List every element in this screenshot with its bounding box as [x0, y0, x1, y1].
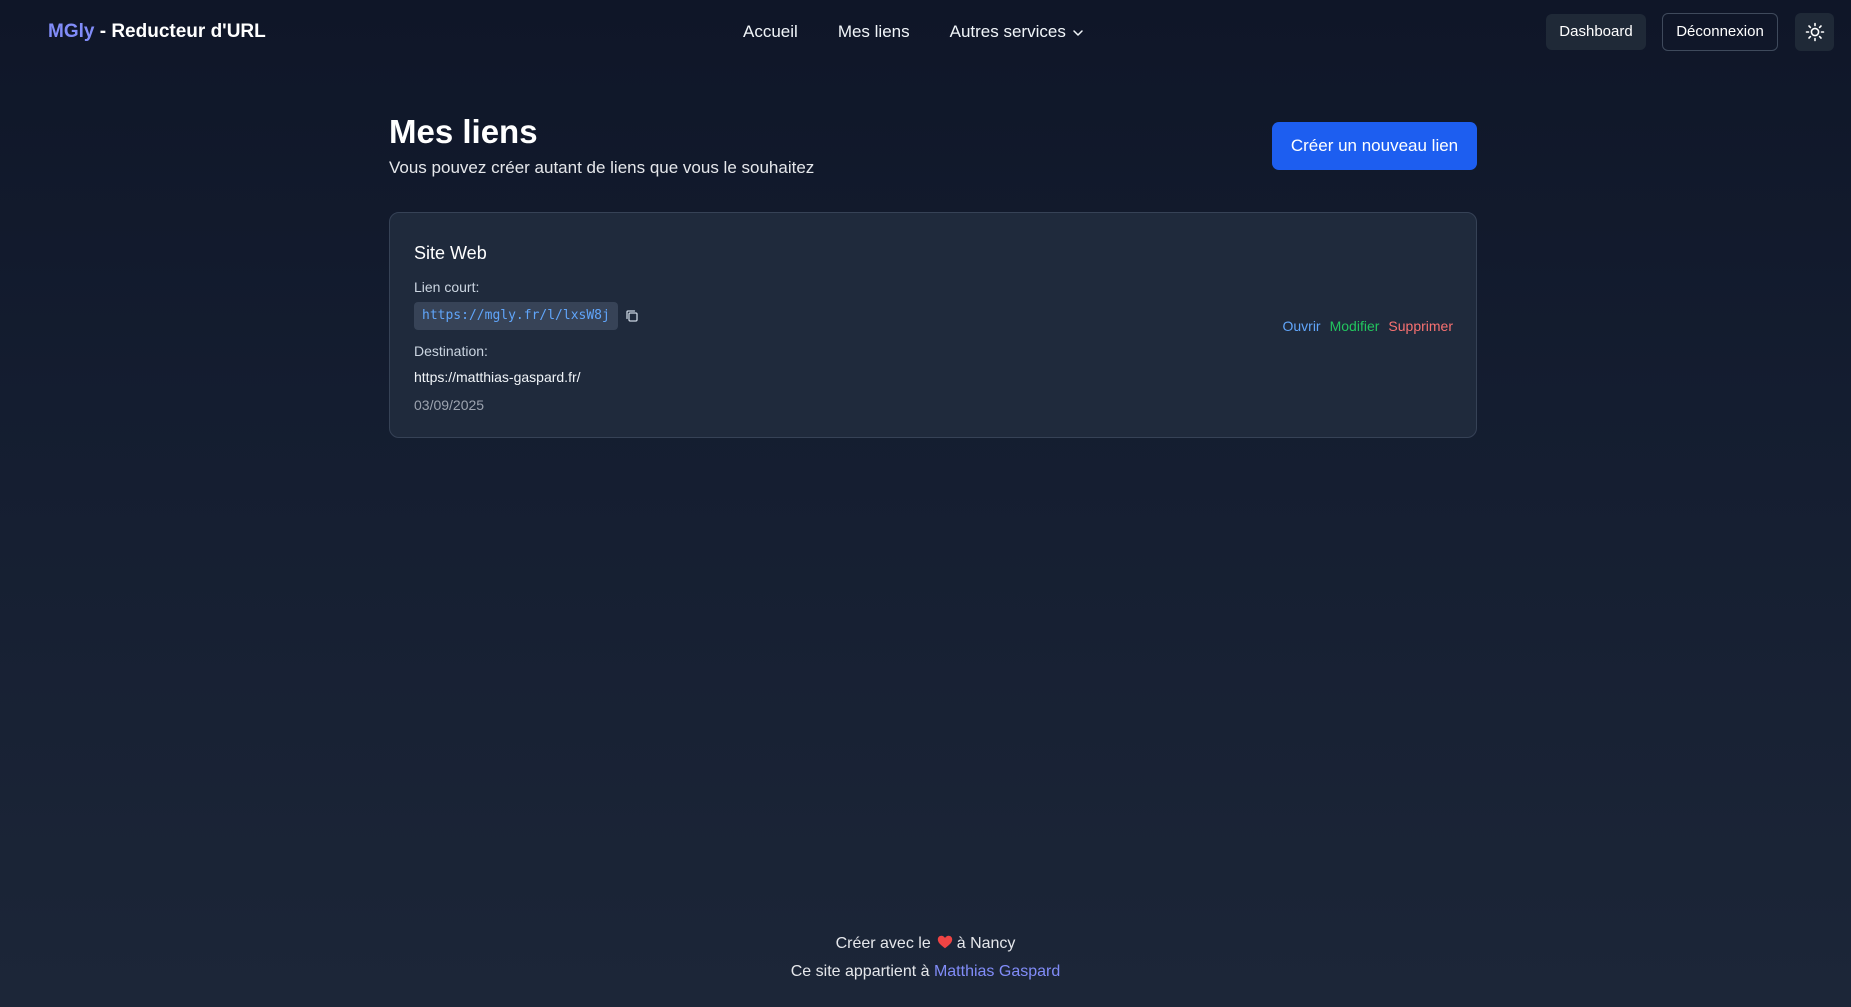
heart-icon — [937, 935, 952, 949]
link-actions: Ouvrir Modifier Supprimer — [1282, 317, 1453, 335]
short-link-label: Lien court: — [414, 279, 480, 295]
destination-label: Destination: — [414, 343, 488, 359]
delete-link-button[interactable]: Supprimer — [1388, 317, 1453, 335]
destination-url: https://matthias-gaspard.fr/ — [414, 369, 581, 385]
nav-home[interactable]: Accueil — [743, 20, 798, 44]
brand-title: - Reducteur d'URL — [94, 21, 266, 42]
copy-icon[interactable] — [624, 308, 640, 324]
link-name: Site Web — [414, 243, 487, 263]
owner-link[interactable]: Matthias Gaspard — [934, 963, 1060, 980]
nav-other-services-label: Autres services — [949, 22, 1066, 41]
create-link-button[interactable]: Créer un nouveau lien — [1272, 122, 1477, 170]
footer-made-line: Créer avec le à Nancy — [0, 930, 1851, 958]
page-title: Mes liens — [389, 113, 538, 150]
footer-made-prefix: Créer avec le — [835, 935, 931, 952]
short-link-url[interactable]: https://mgly.fr/l/lxsW8j — [414, 302, 618, 330]
theme-toggle-button[interactable] — [1795, 13, 1834, 51]
dashboard-button[interactable]: Dashboard — [1546, 14, 1646, 50]
logout-button[interactable]: Déconnexion — [1662, 13, 1778, 51]
sun-icon — [1805, 22, 1824, 42]
brand-logo[interactable]: MGly - Reducteur d'URL — [48, 20, 266, 44]
link-card: Site Web Lien court: https://mgly.fr/l/l… — [389, 212, 1477, 438]
top-navbar: MGly - Reducteur d'URL Accueil Mes liens… — [0, 0, 1851, 64]
brand-accent: MGly — [48, 21, 95, 42]
page-subtitle: Vous pouvez créer autant de liens que vo… — [389, 158, 815, 177]
main-nav: Accueil Mes liens Autres services — [743, 20, 1085, 44]
open-link-button[interactable]: Ouvrir — [1282, 317, 1320, 335]
chevron-down-icon — [1073, 30, 1083, 36]
nav-my-links[interactable]: Mes liens — [838, 20, 910, 44]
footer: Créer avec le à Nancy Ce site appartient… — [0, 930, 1851, 986]
footer-owner-line: Ce site appartient à Matthias Gaspard — [0, 958, 1851, 986]
footer-made-suffix: à Nancy — [956, 935, 1016, 952]
nav-other-services[interactable]: Autres services — [950, 20, 1085, 44]
footer-owner-prefix: Ce site appartient à — [790, 963, 930, 980]
edit-link-button[interactable]: Modifier — [1330, 317, 1380, 335]
link-date: 03/09/2025 — [414, 397, 485, 413]
